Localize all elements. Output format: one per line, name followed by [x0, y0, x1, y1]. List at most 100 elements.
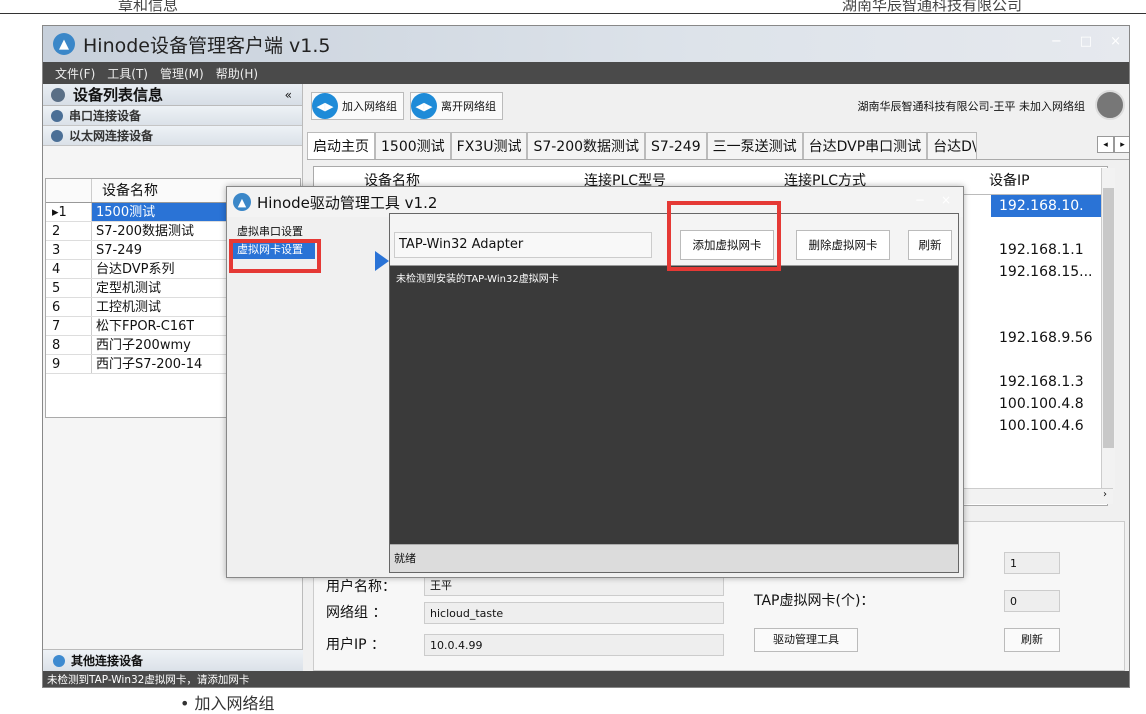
user-ip-value: 10.0.4.99: [424, 634, 724, 656]
leave-label: 离开网络组: [441, 100, 496, 113]
collapse-icon[interactable]: «: [285, 88, 292, 102]
section-label: 以太网连接设备: [69, 129, 154, 143]
join-group-button[interactable]: ◀▶ 加入网络组: [311, 92, 404, 120]
ip-cell[interactable]: [991, 305, 1107, 327]
console-output: 未检测到安装的TAP-Win32虚拟网卡: [390, 266, 958, 545]
row-number: 6: [46, 298, 92, 316]
row-device-name: 定型机测试: [96, 281, 162, 296]
tap-count-value: 0: [1004, 590, 1060, 612]
tab-fx3u[interactable]: FX3U测试: [450, 132, 528, 159]
row-number: 2: [46, 222, 92, 240]
toolbar: ◀▶ 加入网络组 ◀▶ 离开网络组 湖南华辰智通科技有限公司-王平 未加入网络组: [305, 84, 1129, 128]
maximize-button[interactable]: □: [1080, 34, 1092, 49]
ip-cell[interactable]: [991, 283, 1107, 305]
ip-cell[interactable]: [991, 217, 1107, 239]
table-vertical-scrollbar[interactable]: [1101, 168, 1115, 490]
tap-count-label: TAP虚拟网卡(个)：: [754, 593, 875, 609]
ip-cell[interactable]: 100.100.4.8: [991, 393, 1107, 415]
tab-left-icon[interactable]: ◂: [1097, 136, 1114, 153]
close-button[interactable]: ×: [1110, 34, 1121, 49]
ethernet-icon: [51, 129, 63, 142]
row-number: 8: [46, 336, 92, 354]
tab-s7-200[interactable]: S7-200数据测试: [527, 132, 646, 159]
row-device-name: S7-200数据测试: [96, 224, 195, 239]
menu-tools[interactable]: 工具(T): [107, 65, 148, 82]
refresh-button[interactable]: 刷新: [1004, 628, 1060, 652]
driver-tool-button[interactable]: 驱动管理工具: [754, 628, 858, 652]
scroll-right-icon[interactable]: ›: [1103, 489, 1107, 500]
ip-cell[interactable]: 192.168.10.: [991, 195, 1107, 217]
join-icon: ◀▶: [312, 93, 338, 119]
section-ethernet-devices[interactable]: 以太网连接设备: [43, 126, 302, 146]
row-device-name: 松下FPOR-C16T: [96, 319, 195, 334]
join-label: 加入网络组: [342, 100, 397, 113]
doc-header-right: 湖南华辰智通科技有限公司: [842, 0, 1023, 14]
tab-delta-serial[interactable]: 台达DVP串口测试: [802, 132, 928, 159]
nav-arrow-icon: [375, 251, 389, 271]
app-title: Hinode设备管理客户端 v1.5: [83, 34, 331, 57]
dialog-close-button[interactable]: ×: [941, 193, 951, 207]
list-icon: [51, 87, 65, 102]
row-number: 5: [46, 279, 92, 297]
ip-cell[interactable]: 192.168.15...: [991, 261, 1107, 283]
ip-cell[interactable]: 100.100.4.6: [991, 415, 1107, 437]
section-label: 串口连接设备: [69, 109, 142, 123]
row-number: 4: [46, 260, 92, 278]
leave-icon: ◀▶: [411, 93, 437, 119]
app-logo-icon: ▲: [53, 33, 75, 55]
user-name-label: 用户名称：: [326, 579, 396, 595]
menu-bar: 文件(F) 工具(T) 管理(M) 帮助(H): [43, 62, 1129, 84]
delete-nic-button[interactable]: 删除虚拟网卡: [796, 230, 890, 260]
highlight-box: [229, 239, 321, 273]
dialog-logo-icon: ▲: [233, 193, 251, 211]
minimize-button[interactable]: −: [1051, 34, 1062, 49]
dialog-minimize-button[interactable]: −: [915, 193, 925, 207]
menu-manage[interactable]: 管理(M): [160, 65, 204, 82]
column-header-ip[interactable]: 设备IP: [989, 167, 1089, 194]
network-group-value: hicloud_taste: [424, 602, 724, 624]
highlight-box: [667, 201, 781, 271]
row-device-name: 西门子200wmy: [96, 338, 191, 353]
row-device-name: 工控机测试: [96, 300, 162, 315]
tab-home[interactable]: 启动主页: [307, 132, 375, 159]
ip-column: 192.168.10. 192.168.1.1 192.168.15... 19…: [991, 195, 1107, 437]
dialog-title: Hinode驱动管理工具 v1.2: [257, 193, 438, 212]
tab-sany[interactable]: 三一泵送测试: [706, 132, 803, 159]
row-device-name: 西门子S7-200-14: [96, 357, 203, 372]
ip-cell[interactable]: 192.168.1.3: [991, 371, 1107, 393]
doc-footer-text: • 加入网络组: [180, 694, 275, 713]
menu-help[interactable]: 帮助(H): [216, 65, 258, 82]
count-value: 1: [1004, 552, 1060, 574]
row-number: 3: [46, 241, 92, 259]
row-number: ▸1: [46, 203, 92, 221]
other-devices-icon: [53, 654, 65, 667]
adapter-field[interactable]: TAP-Win32 Adapter: [394, 232, 652, 258]
dialog-status: 就绪: [390, 544, 958, 572]
section-serial-devices[interactable]: 串口连接设备: [43, 106, 302, 126]
row-number: 9: [46, 355, 92, 373]
ip-cell[interactable]: [991, 349, 1107, 371]
doc-header-left: 章和信息: [118, 0, 179, 14]
driver-tool-dialog: ▲ Hinode驱动管理工具 v1.2 − × 虚拟串口设置 虚拟网卡设置 TAP…: [226, 186, 964, 578]
leave-group-button[interactable]: ◀▶ 离开网络组: [410, 92, 503, 120]
menu-file[interactable]: 文件(F): [55, 65, 95, 82]
user-ip-label: 用户IP ：: [326, 637, 386, 653]
user-status-text: 湖南华辰智通科技有限公司-王平 未加入网络组: [857, 100, 1085, 113]
section-other-devices[interactable]: 其他连接设备: [43, 649, 303, 671]
avatar[interactable]: [1095, 90, 1125, 120]
title-bar[interactable]: ▲ Hinode设备管理客户端 v1.5 − □ ×: [43, 26, 1129, 62]
tab-1500[interactable]: 1500测试: [375, 132, 451, 159]
status-bar: 未检测到TAP-Win32虚拟网卡，请添加网卡: [43, 671, 1129, 687]
column-header-device-name[interactable]: 设备名称: [92, 179, 158, 202]
network-group-label: 网络组 ：: [326, 605, 387, 621]
row-number: 7: [46, 317, 92, 335]
tab-s7-249[interactable]: S7-249: [645, 132, 707, 159]
dialog-refresh-button[interactable]: 刷新: [908, 230, 952, 260]
ip-cell[interactable]: 192.168.9.56: [991, 327, 1107, 349]
ip-cell[interactable]: 192.168.1.1: [991, 239, 1107, 261]
tab-right-icon[interactable]: ▸: [1114, 136, 1129, 153]
tab-bar: 启动主页 1500测试 FX3U测试 S7-200数据测试 S7-249 三一泵…: [307, 132, 1129, 160]
tab-delta-d[interactable]: 台达D\: [927, 132, 978, 159]
section-label: 其他连接设备: [71, 654, 144, 668]
serial-icon: [51, 109, 63, 122]
